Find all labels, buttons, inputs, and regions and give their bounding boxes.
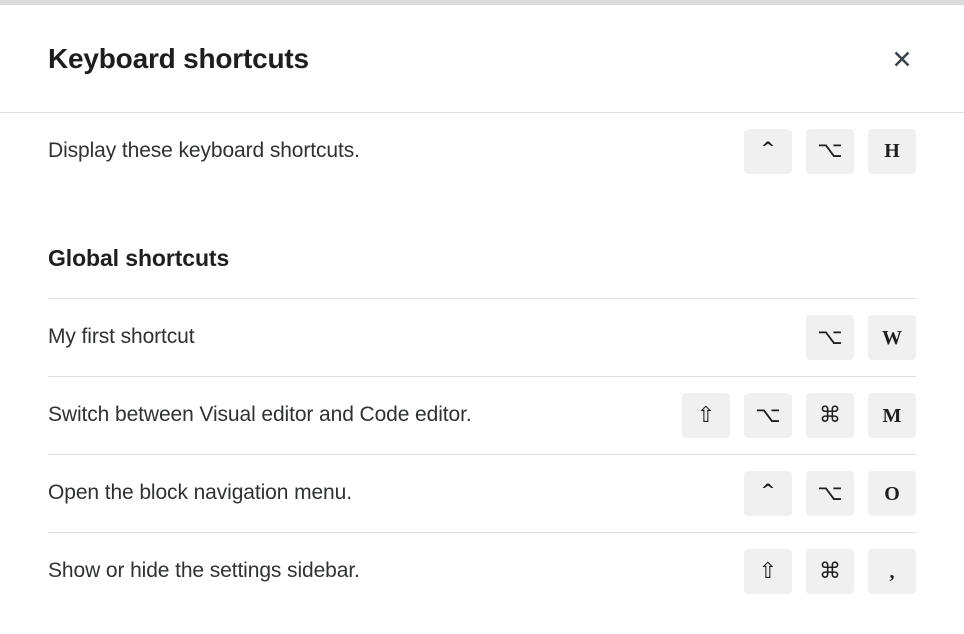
h-key: H [868,129,916,174]
key-combination: ⌥W [806,315,916,360]
keyboard-shortcuts-modal: Keyboard shortcuts Display these keyboar… [0,5,964,610]
w-key: W [868,315,916,360]
shortcut-description: Switch between Visual editor and Code ed… [48,401,472,429]
shortcut-row: Open the block navigation menu. ^ ⌥ O [48,454,916,532]
shift-key: ⇧ [744,549,792,594]
shortcut-description: Display these keyboard shortcuts. [48,137,360,165]
option-key: ⌥ [806,129,854,174]
key-combination: ^ ⌥ H [744,129,916,174]
shortcut-list: Display these keyboard shortcuts. ^ ⌥ H [48,113,916,189]
close-icon [891,48,913,70]
comma-key: , [868,549,916,594]
key-combination: ^ ⌥ O [744,471,916,516]
shortcut-row: Show or hide the settings sidebar. ⇧ ⌘, [48,532,916,610]
shortcut-row: My first shortcut⌥W [48,298,916,376]
key-combination: ⇧ ⌘, [744,549,916,594]
shortcut-section: Global shortcutsMy first shortcut⌥WSwitc… [48,189,916,610]
close-button[interactable] [880,37,924,81]
page-title: Keyboard shortcuts [48,42,309,76]
shortcut-description: Show or hide the settings sidebar. [48,557,360,585]
modal-header: Keyboard shortcuts [0,5,964,113]
shortcut-row: Switch between Visual editor and Code ed… [48,376,916,454]
shortcut-description: My first shortcut [48,323,195,351]
command-key: ⌘ [806,393,854,438]
shortcut-list: My first shortcut⌥WSwitch between Visual… [48,298,916,610]
option-key: ⌥ [744,393,792,438]
shortcut-description: Open the block navigation menu. [48,479,352,507]
command-key: ⌘ [806,549,854,594]
shortcut-section: Display these keyboard shortcuts. ^ ⌥ H [48,113,916,189]
option-key: ⌥ [806,471,854,516]
shortcut-row: Display these keyboard shortcuts. ^ ⌥ H [48,113,916,189]
control-key: ^ [744,129,792,174]
modal-body: Display these keyboard shortcuts. ^ ⌥ H Glob… [0,113,964,610]
o-key: O [868,471,916,516]
key-combination: ⇧ ⌥ ⌘ M [682,393,916,438]
section-title: Global shortcuts [48,189,916,298]
m-key: M [868,393,916,438]
option-key: ⌥ [806,315,854,360]
shift-key: ⇧ [682,393,730,438]
control-key: ^ [744,471,792,516]
